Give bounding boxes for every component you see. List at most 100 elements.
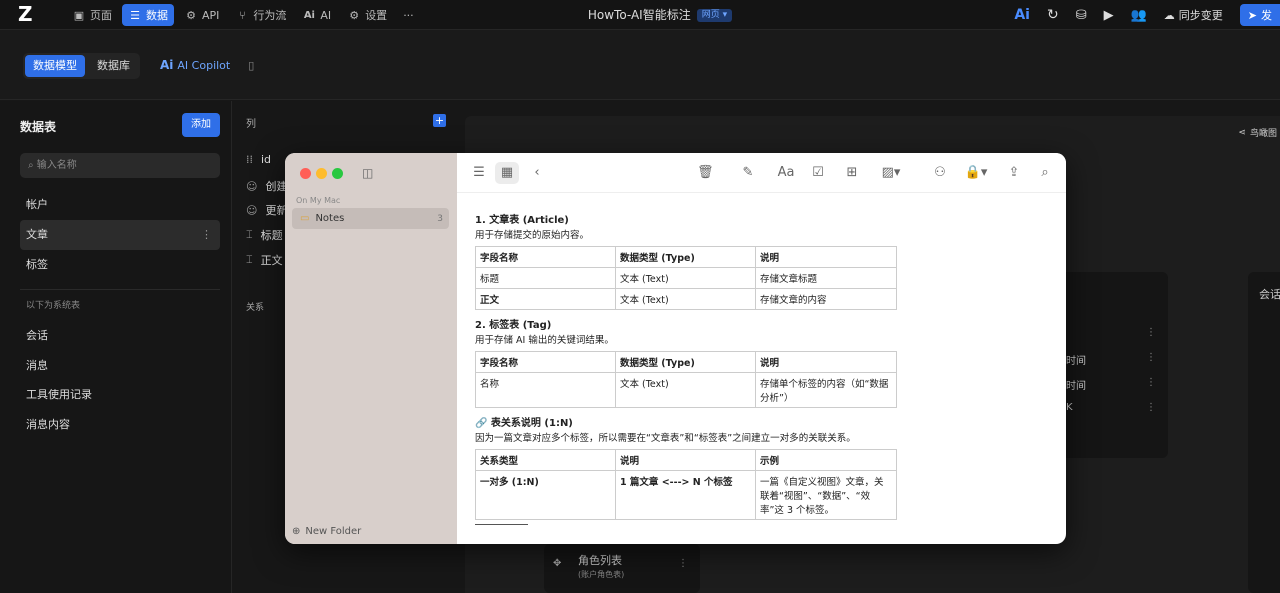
- zoom-window-button[interactable]: [332, 168, 343, 179]
- text-icon: ⌶: [246, 228, 253, 241]
- session-table-card[interactable]: 会话: [1248, 272, 1280, 593]
- collaborate-icon[interactable]: ⚇: [932, 165, 948, 181]
- sidebar-toggle-icon[interactable]: ◫: [362, 166, 373, 180]
- table-item-message[interactable]: 消息: [20, 351, 220, 381]
- table-item-tool-log[interactable]: 工具使用记录: [20, 380, 220, 410]
- column-row[interactable]: ⌶ 标题: [246, 227, 283, 243]
- table-item-session[interactable]: 会话: [20, 321, 220, 351]
- article-fields-table: 字段名称 数据类型 (Type) 说明 标题 文本 (Text) 存储文章标题 正文 文本…: [475, 246, 897, 310]
- folder-icon: ▭: [300, 213, 310, 224]
- tab-settings[interactable]: ⚙ 设置: [341, 4, 393, 26]
- ai-assistant-icon[interactable]: Ai: [1014, 7, 1030, 23]
- back-icon[interactable]: ‹: [529, 165, 545, 181]
- drag-icon[interactable]: ✥: [553, 558, 561, 569]
- compose-icon[interactable]: ✎: [740, 165, 756, 181]
- share-icon[interactable]: ⇪: [1006, 165, 1022, 181]
- section-heading: 2. 标签表 (Tag): [475, 320, 552, 331]
- tab-page[interactable]: ▣ 页面: [66, 4, 118, 26]
- debug-icon[interactable]: ⛁: [1076, 8, 1087, 23]
- trash-icon[interactable]: 🗑: [697, 165, 714, 181]
- section-heading: 🔗 表关系说明 (1:N): [475, 418, 573, 429]
- cloud-icon: ☁: [1163, 8, 1175, 22]
- api-icon: ⚙: [186, 8, 196, 22]
- role-table-card[interactable]: ✥ 角色列表 (账户角色表) ⋮: [544, 544, 700, 593]
- table-row: 一对多 (1:N) 1 篇文章 <---> N 个标签 一篇《自定义视图》文章，关联…: [475, 470, 897, 520]
- ai-copilot-button[interactable]: Ai AI Copilot ▯: [160, 58, 254, 72]
- book-icon[interactable]: ▯: [248, 59, 254, 72]
- play-icon[interactable]: ▶: [1104, 8, 1114, 23]
- tab-ai[interactable]: Ai AI: [296, 4, 337, 26]
- kebab-icon[interactable]: ⋮: [1146, 327, 1156, 338]
- bird-view-button[interactable]: ⋖ 鸟瞰图: [1238, 126, 1277, 140]
- kebab-icon[interactable]: ⋮: [1146, 402, 1156, 413]
- section-desc: 用于存储提交的原始内容。: [475, 230, 590, 241]
- relation-table: 关系类型 说明 示例 一对多 (1:N) 1 篇文章 <---> N 个标签 一篇《自定…: [475, 449, 897, 520]
- list-view-icon[interactable]: ☰: [471, 165, 487, 181]
- section-desc: 因为一篇文章对应多个标签，所以需要在“文章表”和“标签表”之间建立一对多的关联关…: [475, 433, 856, 444]
- publish-button[interactable]: ➤ 发: [1239, 4, 1280, 26]
- sync-button[interactable]: ☁ 同步变更: [1164, 7, 1223, 23]
- media-icon[interactable]: ▨▾: [878, 165, 904, 181]
- app-title: HowTo-AI智能标注 网页 ▾: [560, 0, 760, 30]
- section-label: On My Mac: [296, 196, 341, 205]
- search-icon: ⌕: [28, 160, 37, 171]
- table-row: 标题 文本 (Text) 存储文章标题: [475, 267, 897, 289]
- top-right-tools: Ai ↻ ⛁ ▶ 👥 ☁ 同步变更 ➤ 发: [1014, 0, 1280, 30]
- checklist-icon[interactable]: ☑: [810, 165, 826, 181]
- close-window-button[interactable]: [300, 168, 311, 179]
- note-body[interactable]: 1. 文章表 (Article) 用于存储提交的原始内容。 字段名称 数据类型 (…: [475, 211, 897, 526]
- minimize-window-button[interactable]: [316, 168, 327, 179]
- users-icon[interactable]: 👥: [1131, 8, 1147, 23]
- table-item-message-content[interactable]: 消息内容: [20, 410, 220, 440]
- seg-database[interactable]: 数据库: [89, 55, 138, 77]
- relations-heading: 关系: [246, 303, 265, 313]
- kebab-icon[interactable]: ⋮: [201, 220, 212, 250]
- horizontal-rule: [475, 524, 528, 525]
- top-bar: Z ▣ 页面 ☰ 数据 ⚙ API ⑂ 行为流 Ai AI ⚙ 设置 ··· HowTo-A…: [0, 0, 1280, 30]
- kebab-icon[interactable]: ⋮: [678, 558, 688, 569]
- table-item-tag[interactable]: 标签: [20, 250, 220, 280]
- page-icon: ▣: [73, 8, 85, 22]
- search-icon[interactable]: ⌕: [1037, 165, 1053, 181]
- columns-heading: 列: [246, 119, 256, 130]
- new-folder-button[interactable]: ⊕ New Folder: [292, 526, 361, 537]
- seg-data-model[interactable]: 数据模型: [25, 55, 85, 77]
- tag-fields-table: 字段名称 数据类型 (Type) 说明 名称 文本 (Text) 存储单个标签的内容（如…: [475, 351, 897, 408]
- format-text-icon[interactable]: Aa: [775, 165, 797, 181]
- workflow-icon: ⑂: [239, 8, 246, 22]
- tables-heading: 数据表: [20, 120, 57, 134]
- divider: [20, 289, 220, 290]
- lock-icon[interactable]: 🔒▾: [964, 165, 988, 181]
- database-icon: ☰: [130, 8, 140, 22]
- app-logo[interactable]: Z: [18, 3, 40, 25]
- gallery-view-icon[interactable]: ▦: [495, 162, 519, 184]
- folder-count: 3: [437, 213, 443, 224]
- send-icon: ➤: [1247, 8, 1257, 22]
- folder-notes[interactable]: ▭ Notes 3: [292, 208, 449, 229]
- notes-toolbar: ☰ ▦ ‹ 🗑 ✎ Aa ☑ ⊞ ▨▾ ⚇ 🔒▾ ⇪ ⌕: [457, 153, 1066, 193]
- column-row[interactable]: ⌶ 正文: [246, 252, 283, 268]
- id-icon: ⁞⁞: [246, 153, 253, 166]
- table-icon[interactable]: ⊞: [844, 165, 860, 181]
- table-item-article[interactable]: 文章 ⋮: [20, 220, 220, 250]
- model-db-switch: 数据模型 数据库: [23, 53, 140, 79]
- gear-icon: ⚙: [349, 8, 360, 22]
- tab-workflow[interactable]: ⑂ 行为流: [229, 4, 292, 26]
- column-row[interactable]: ⁞⁞ id: [246, 153, 271, 166]
- add-column-button[interactable]: +: [433, 114, 446, 127]
- kebab-icon[interactable]: ⋮: [1146, 352, 1156, 363]
- add-table-button[interactable]: 添加: [182, 113, 220, 137]
- column-row[interactable]: ☺ 创建: [246, 178, 287, 194]
- refresh-icon[interactable]: ↻: [1047, 7, 1059, 23]
- more-button[interactable]: ···: [397, 4, 420, 26]
- column-row[interactable]: ☺ 更新: [246, 202, 287, 218]
- env-badge[interactable]: 网页 ▾: [696, 8, 733, 22]
- notes-sidebar: ◫ On My Mac ▭ Notes 3 ⊕ New Folder: [285, 153, 457, 544]
- tab-api[interactable]: ⚙ API: [178, 4, 225, 26]
- table-item-account[interactable]: 帐户: [20, 190, 220, 220]
- kebab-icon[interactable]: ⋮: [1146, 377, 1156, 388]
- table-search-input[interactable]: ⌕ 输入名称: [20, 153, 220, 178]
- system-tables-label: 以下为系统表: [26, 301, 81, 311]
- plus-circle-icon: ⊕: [292, 526, 301, 537]
- tab-data[interactable]: ☰ 数据: [122, 4, 174, 26]
